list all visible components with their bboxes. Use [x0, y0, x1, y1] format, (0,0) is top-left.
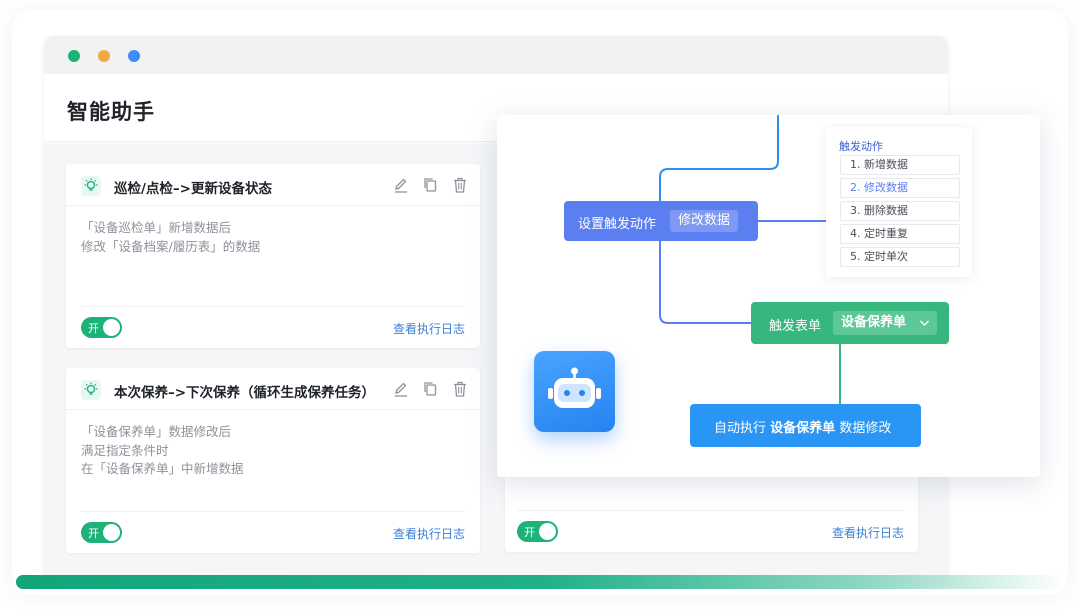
- card-footer: 开 查看执行日志: [517, 510, 904, 552]
- auto-exec-text: 自动执行 设备保养单 数据修改: [714, 417, 891, 436]
- page-title: 智能助手: [67, 100, 155, 124]
- card-header: 本次保养–>下次保养（循环生成保养任务）: [66, 368, 480, 410]
- automation-card[interactable]: 本次保养–>下次保养（循环生成保养任务） 「设备保养单」数据修改后 满足指定条件…: [66, 368, 480, 553]
- lightbulb-icon: [81, 380, 101, 400]
- lightbulb-icon: [81, 176, 101, 196]
- trash-icon[interactable]: [452, 380, 468, 398]
- toggle-knob: [103, 524, 120, 541]
- card-header: 巡检/点检–>更新设备状态: [66, 164, 480, 206]
- enable-toggle[interactable]: 开: [81, 317, 122, 338]
- automation-card[interactable]: 开 查看执行日志: [505, 477, 918, 552]
- trigger-action-panel: 触发动作 1. 新增数据 2. 修改数据 3. 删除数据 4. 定时重复 5. …: [826, 127, 972, 277]
- trigger-form-value: 设备保养单: [841, 315, 907, 330]
- auto-exec-form: 设备保养单: [770, 421, 836, 436]
- robot-icon: [534, 351, 615, 432]
- trigger-form-select[interactable]: 设备保养单: [833, 311, 937, 335]
- toggle-label: 开: [524, 526, 535, 539]
- trigger-option[interactable]: 5. 定时单次: [840, 247, 960, 267]
- set-trigger-value[interactable]: 修改数据: [670, 210, 739, 232]
- window-minimize-dot[interactable]: [98, 50, 110, 62]
- view-log-link[interactable]: 查看执行日志: [832, 524, 904, 541]
- card-description: 「设备保养单」数据修改后 满足指定条件时 在「设备保养单」中新增数据: [81, 423, 244, 479]
- set-trigger-node[interactable]: 设置触发动作 修改数据: [564, 201, 758, 241]
- description-line: 「设备巡检单」新增数据后: [81, 220, 232, 235]
- enable-toggle[interactable]: 开: [81, 522, 122, 543]
- trigger-option[interactable]: 4. 定时重复: [840, 224, 960, 244]
- view-log-link[interactable]: 查看执行日志: [393, 320, 465, 337]
- toggle-knob: [539, 523, 556, 540]
- trigger-option-selected[interactable]: 2. 修改数据: [840, 178, 960, 198]
- copy-icon[interactable]: [422, 176, 438, 194]
- trigger-panel-title: 触发动作: [839, 140, 883, 153]
- toggle-label: 开: [88, 322, 99, 335]
- toggle-knob: [103, 319, 120, 336]
- description-line: 在「设备保养单」中新增数据: [81, 461, 244, 476]
- auto-exec-node[interactable]: 自动执行 设备保养单 数据修改: [690, 404, 921, 447]
- window-close-dot[interactable]: [68, 50, 80, 62]
- trigger-form-node[interactable]: 触发表单 设备保养单: [751, 302, 949, 344]
- card-title: 本次保养–>下次保养（循环生成保养任务）: [114, 385, 376, 401]
- description-line: 修改「设备档案/履历表」的数据: [81, 238, 261, 254]
- trigger-flow-diagram: 设置触发动作 修改数据 触发表单 设备保养单 自动执行 设备保养单 数据修改 触…: [497, 115, 1040, 477]
- card-footer: 开 查看执行日志: [81, 511, 465, 553]
- automation-card[interactable]: 巡检/点检–>更新设备状态 「设备巡检单」新增数据后 修改「设备档案/履历表」的…: [66, 164, 480, 348]
- trigger-form-label: 触发表单: [769, 319, 822, 334]
- trigger-option[interactable]: 3. 删除数据: [840, 201, 960, 221]
- auto-exec-suffix: 数据修改: [839, 421, 892, 436]
- set-trigger-label: 设置触发动作: [578, 217, 657, 232]
- auto-exec-prefix: 自动执行: [714, 421, 767, 436]
- card-title: 巡检/点检–>更新设备状态: [114, 181, 272, 197]
- title-bar: [44, 36, 948, 74]
- edit-icon[interactable]: [393, 380, 409, 398]
- window-maximize-dot[interactable]: [128, 50, 140, 62]
- description-line: 满足指定条件时: [81, 442, 169, 458]
- description-line: 「设备保养单」数据修改后: [81, 424, 232, 439]
- card-description: 「设备巡检单」新增数据后 修改「设备档案/履历表」的数据: [81, 219, 260, 256]
- trash-icon[interactable]: [452, 176, 468, 194]
- copy-icon[interactable]: [422, 380, 438, 398]
- decorative-gradient-bar: [16, 575, 1066, 589]
- edit-icon[interactable]: [393, 176, 409, 194]
- card-footer: 开 查看执行日志: [81, 306, 465, 348]
- enable-toggle[interactable]: 开: [517, 521, 558, 542]
- chevron-down-icon: [919, 311, 930, 344]
- view-log-link[interactable]: 查看执行日志: [393, 525, 465, 542]
- toggle-label: 开: [88, 527, 99, 540]
- trigger-option[interactable]: 1. 新增数据: [840, 155, 960, 175]
